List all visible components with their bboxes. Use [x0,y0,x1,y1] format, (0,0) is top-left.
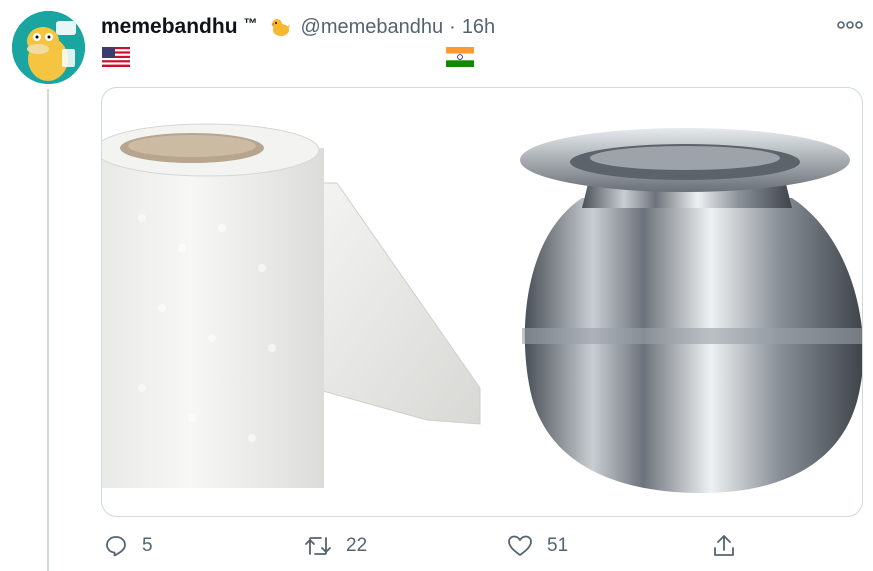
heart-icon [508,535,532,556]
ellipsis-icon [837,21,863,29]
tweet-media[interactable] [101,87,863,517]
us-flag-icon [102,47,130,72]
psyduck-avatar-icon [12,11,85,84]
username-handle[interactable]: @memebandhu [301,16,444,39]
retweet-icon [305,537,331,555]
action-bar: 5 22 51 [0,530,873,566]
reply-button[interactable]: 5 [104,534,153,558]
share-button[interactable] [711,533,737,559]
like-button[interactable]: 51 [507,534,568,558]
reply-count: 5 [142,535,153,556]
thread-line [47,89,49,571]
tweet-header: memebandhu ™ @memebandhu · 16h [101,12,495,42]
trademark-symbol: ™ [243,15,258,31]
retweet-button[interactable]: 22 [304,534,367,558]
separator-dot: · [449,15,456,38]
display-name[interactable]: memebandhu [101,15,238,39]
india-flag-icon [446,47,474,72]
reply-icon [106,536,126,557]
chick-emoji-icon [268,15,292,39]
steel-pot-image[interactable] [502,88,862,516]
avatar[interactable] [12,11,85,84]
timestamp[interactable]: 16h [462,16,495,39]
toilet-paper-image[interactable] [102,88,482,516]
like-count: 51 [547,535,569,556]
share-icon [714,535,734,556]
retweet-count: 22 [346,535,368,556]
more-options-button[interactable] [834,12,866,38]
